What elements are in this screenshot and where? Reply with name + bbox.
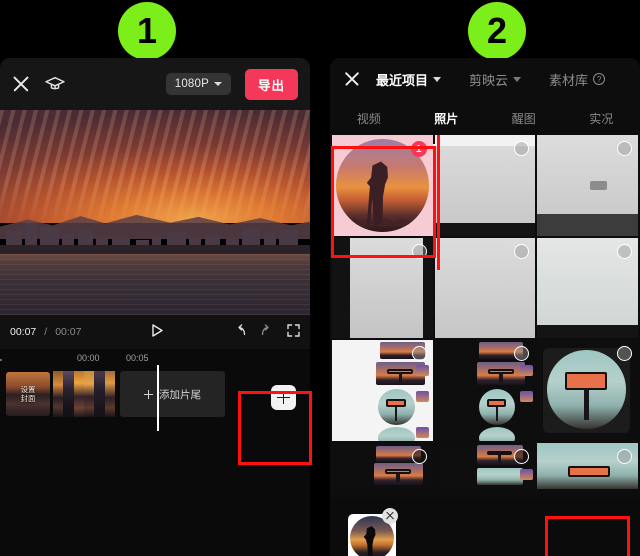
current-time: 00:07 — [10, 326, 37, 338]
undo-icon[interactable] — [233, 324, 247, 340]
step-badge-2: 2 — [468, 2, 526, 60]
photo-cell[interactable] — [537, 135, 638, 236]
photo-cell-selected[interactable]: 1 — [332, 135, 433, 236]
photo-cell[interactable] — [537, 340, 638, 442]
resolution-selector[interactable]: 1080P — [165, 73, 231, 95]
subtab-live[interactable]: 实况 — [563, 110, 640, 127]
add-media-button[interactable] — [271, 385, 296, 410]
close-icon[interactable] — [12, 75, 30, 93]
close-icon[interactable] — [344, 71, 360, 87]
select-circle-icon[interactable] — [616, 141, 632, 156]
export-button[interactable]: 导出 — [244, 68, 298, 100]
select-circle-icon[interactable] — [411, 449, 427, 465]
tab-cloud-label: 剪映云 — [469, 72, 509, 88]
step-badge-2-label: 2 — [486, 10, 508, 51]
cover-label-line2: 封面 — [20, 394, 36, 403]
remove-selected-icon[interactable] — [382, 508, 398, 524]
tab-stock-library-label: 素材库 — [549, 72, 589, 88]
select-circle-icon[interactable] — [514, 141, 530, 156]
select-circle-icon[interactable] — [411, 243, 427, 259]
graduation-cap-icon[interactable] — [44, 75, 66, 93]
ruler-tick — [0, 359, 2, 361]
ruler-mark-1: 00:05 — [126, 353, 149, 363]
tab-recent-projects[interactable]: 最近项目 — [376, 70, 442, 89]
chevron-down-icon — [513, 76, 522, 82]
add-ending-label: 添加片尾 — [159, 388, 201, 401]
transport-bar: 00:07 / 00:07 — [0, 315, 310, 349]
resolution-label: 1080P — [174, 78, 209, 90]
timeline-ruler: 00:00 00:05 — [0, 349, 310, 369]
photo-cell[interactable] — [537, 443, 638, 490]
photo-cell[interactable] — [434, 237, 536, 339]
preview-clouds — [0, 110, 310, 225]
photo-grid: 1 — [330, 135, 640, 490]
photo-cell[interactable] — [332, 443, 433, 490]
select-circle-icon[interactable] — [616, 243, 632, 259]
total-time: 00:07 — [55, 326, 82, 338]
select-circle-icon[interactable] — [411, 346, 427, 362]
photo-cell[interactable] — [332, 237, 433, 339]
media-picker-panel: 最近项目 剪映云 素材库 ? 视频 照片 醒图 实况 1 — [330, 58, 640, 556]
screenshot-root: 1 2 1080P 导出 00:07 / 00:07 00:00 00:05 设… — [0, 0, 640, 556]
select-circle-icon[interactable] — [514, 243, 530, 259]
fullscreen-icon[interactable] — [287, 324, 300, 340]
photo-cell[interactable] — [332, 340, 433, 442]
playhead[interactable] — [157, 365, 159, 431]
step-badge-1: 1 — [118, 2, 176, 60]
subtab-video[interactable]: 视频 — [330, 110, 408, 127]
ruler-mark-0: 00:00 — [77, 353, 100, 363]
subtab-photo[interactable]: 照片 — [408, 110, 486, 127]
photo-cell[interactable] — [434, 340, 536, 442]
tab-recent-projects-label: 最近项目 — [376, 72, 429, 88]
photo-cell[interactable] — [434, 135, 536, 236]
cover-label-line1: 设置 — [20, 384, 36, 394]
subtab-xingtu[interactable]: 醒图 — [485, 110, 563, 127]
chevron-down-icon — [433, 76, 442, 82]
set-cover-thumb[interactable]: 设置 封面 — [6, 372, 50, 416]
tab-stock-library[interactable]: 素材库 ? — [549, 70, 606, 89]
redo-icon[interactable] — [260, 324, 274, 340]
picker-header: 最近项目 剪映云 素材库 ? — [330, 58, 640, 100]
time-separator: / — [44, 326, 48, 338]
selection-badge: 1 — [410, 141, 427, 157]
add-ending-button[interactable]: 添加片尾 — [120, 371, 225, 417]
select-circle-icon[interactable] — [616, 449, 632, 465]
timeline-track[interactable]: 设置 封面 添加片尾 — [0, 371, 310, 417]
video-preview[interactable] — [0, 110, 310, 315]
chevron-down-icon — [213, 82, 222, 86]
step-badge-1-label: 1 — [136, 10, 158, 51]
preview-water — [0, 253, 310, 315]
tab-cloud[interactable]: 剪映云 — [469, 70, 522, 89]
photo-cell[interactable] — [537, 237, 638, 339]
select-circle-icon[interactable] — [514, 346, 530, 362]
select-circle-icon[interactable] — [514, 449, 530, 465]
video-editor-panel: 1080P 导出 00:07 / 00:07 00:00 00:05 设置 封面… — [0, 58, 310, 556]
timeline-clip[interactable] — [53, 371, 115, 417]
media-type-tabs: 视频 照片 醒图 实况 — [330, 100, 640, 135]
help-icon[interactable]: ? — [593, 73, 606, 85]
photo-cell[interactable] — [434, 443, 536, 490]
editor-topbar: 1080P 导出 — [0, 58, 310, 110]
selected-media-bar — [330, 498, 640, 556]
timeline[interactable]: 00:00 00:05 设置 封面 添加片尾 — [0, 349, 310, 556]
plus-icon — [144, 389, 153, 399]
play-icon[interactable] — [150, 323, 164, 341]
